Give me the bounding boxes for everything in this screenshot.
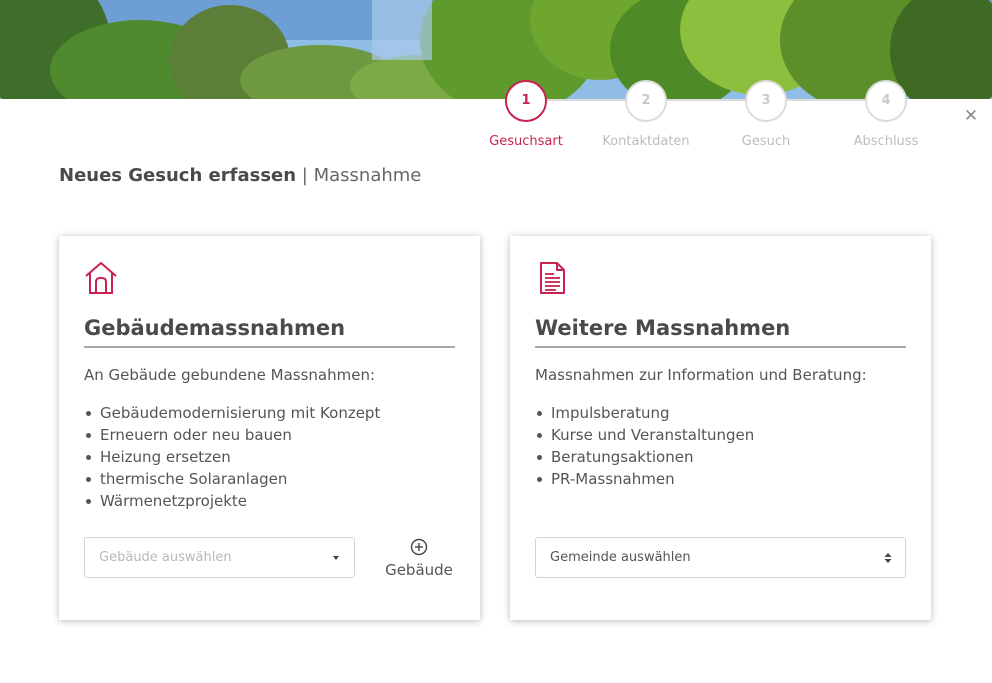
list-item: Impulsberatung: [535, 402, 754, 424]
add-building-button[interactable]: Gebäude: [379, 538, 459, 579]
list-item: Kurse und Veranstaltungen: [535, 424, 754, 446]
list-item: Heizung ersetzen: [84, 446, 380, 468]
building-select[interactable]: Gebäude auswählen: [84, 537, 355, 578]
step-number: 1: [505, 80, 547, 122]
measures-list: Impulsberatung Kurse und Veranstaltungen…: [535, 402, 754, 490]
card-title: Weitere Massnahmen: [535, 316, 906, 348]
caret-down-icon: [333, 556, 339, 560]
step-label: Kontaktdaten: [602, 134, 690, 149]
list-item: Gebäudemodernisierung mit Konzept: [84, 402, 380, 424]
step-number: 3: [745, 80, 787, 122]
other-measures-card: Weitere Massnahmen Massnahmen zur Inform…: [510, 236, 931, 620]
plus-circle-icon: [410, 538, 428, 556]
progress-stepper: 1 Gesuchsart 2 Kontaktdaten 3 Gesuch 4 A…: [466, 80, 946, 155]
list-item: thermische Solaranlagen: [84, 468, 380, 490]
title-separator: |: [301, 165, 308, 186]
municipality-select-value: Gemeinde auswählen: [550, 550, 691, 565]
page-title-sub: Massnahme: [313, 165, 422, 186]
step-label: Gesuchsart: [489, 134, 563, 149]
step-4[interactable]: 4 Abschluss: [826, 80, 946, 149]
list-item: Beratungsaktionen: [535, 446, 754, 468]
step-number: 2: [625, 80, 667, 122]
add-building-label: Gebäude: [385, 561, 453, 579]
sort-caret-icon: [884, 553, 892, 563]
step-1[interactable]: 1 Gesuchsart: [466, 80, 586, 149]
measures-list: Gebäudemodernisierung mit Konzept Erneue…: [84, 402, 380, 512]
step-2[interactable]: 2 Kontaktdaten: [586, 80, 706, 149]
card-intro: Massnahmen zur Information und Beratung:: [535, 366, 867, 384]
step-number: 4: [865, 80, 907, 122]
card-intro: An Gebäude gebundene Massnahmen:: [84, 366, 376, 384]
list-item: PR-Massnahmen: [535, 468, 754, 490]
municipality-select[interactable]: Gemeinde auswählen: [535, 537, 906, 578]
document-icon: [540, 262, 565, 294]
house-icon: [85, 262, 117, 294]
page-title-main: Neues Gesuch erfassen: [59, 165, 297, 186]
list-item: Wärmenetzprojekte: [84, 490, 380, 512]
step-label: Gesuch: [741, 134, 791, 149]
card-title: Gebäudemassnahmen: [84, 316, 455, 348]
step-3[interactable]: 3 Gesuch: [706, 80, 826, 149]
list-item: Erneuern oder neu bauen: [84, 424, 380, 446]
step-label: Abschluss: [853, 134, 919, 149]
building-select-placeholder: Gebäude auswählen: [99, 550, 232, 565]
building-measures-card: Gebäudemassnahmen An Gebäude gebundene M…: [59, 236, 480, 620]
page-title: Neues Gesuch erfassen | Massnahme: [59, 165, 421, 186]
close-icon[interactable]: ✕: [962, 107, 980, 125]
